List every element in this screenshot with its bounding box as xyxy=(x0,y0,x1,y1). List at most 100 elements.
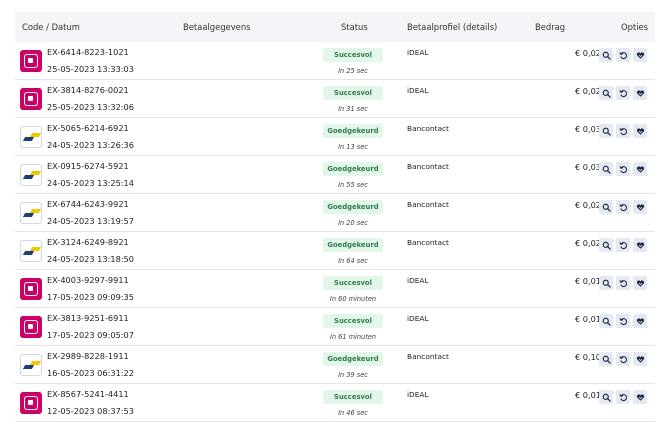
refund-icon xyxy=(618,203,627,211)
favorite-button[interactable] xyxy=(633,200,647,214)
heart-icon xyxy=(636,165,644,173)
payment-profile: Bancontact xyxy=(407,238,449,247)
amount: € 0,02 xyxy=(574,48,601,58)
transaction-code: EX-3814-8276-0021 xyxy=(47,85,129,95)
amount: € 0,02 xyxy=(574,86,601,96)
heart-icon xyxy=(636,279,644,287)
refund-button[interactable] xyxy=(616,200,630,214)
status-badge: Goedgekeurd xyxy=(323,238,383,252)
table-row[interactable]: EX-6744-6243-9921 24-05-2023 13:19:57 Go… xyxy=(15,194,655,232)
search-button[interactable] xyxy=(599,200,613,214)
table-row[interactable]: EX-8567-5241-4411 12-05-2023 08:37:53 Su… xyxy=(15,384,655,422)
heart-icon xyxy=(636,89,644,97)
refund-button[interactable] xyxy=(616,352,630,366)
search-button[interactable] xyxy=(599,86,613,100)
status-duration: In 13 sec xyxy=(338,143,368,151)
transaction-code: EX-0915-6274-5921 xyxy=(47,161,129,171)
ideal-logo xyxy=(20,278,42,300)
transaction-date: 25-05-2023 13:33:03 xyxy=(47,64,134,74)
refund-button[interactable] xyxy=(616,124,630,138)
status-duration: In 61 minuten xyxy=(329,333,377,341)
heart-icon xyxy=(636,203,644,211)
transaction-code: EX-6414-8223-1021 xyxy=(47,47,129,57)
search-button[interactable] xyxy=(599,390,613,404)
refund-icon xyxy=(618,355,627,363)
refund-button[interactable] xyxy=(616,162,630,176)
header-status: Status xyxy=(341,22,368,32)
transaction-date: 17-05-2023 09:09:35 xyxy=(47,292,134,302)
row-actions xyxy=(599,124,647,138)
transactions-table: Code / Datum Betaalgegevens Status Betaa… xyxy=(15,12,655,422)
favorite-button[interactable] xyxy=(633,86,647,100)
bancontact-logo xyxy=(20,240,42,262)
search-button[interactable] xyxy=(599,162,613,176)
table-row[interactable]: EX-3814-8276-0021 25-05-2023 13:32:06 Su… xyxy=(15,80,655,118)
refund-icon xyxy=(618,165,627,173)
refund-button[interactable] xyxy=(616,86,630,100)
search-button[interactable] xyxy=(599,48,613,62)
table-body: EX-6414-8223-1021 25-05-2023 13:33:03 Su… xyxy=(15,42,655,422)
search-button[interactable] xyxy=(599,352,613,366)
search-icon xyxy=(602,51,611,60)
search-button[interactable] xyxy=(599,314,613,328)
status-duration: In 31 sec xyxy=(338,105,368,113)
refund-button[interactable] xyxy=(616,390,630,404)
status-badge: Succesvol xyxy=(323,48,383,62)
refund-button[interactable] xyxy=(616,276,630,290)
table-row[interactable]: EX-6414-8223-1021 25-05-2023 13:33:03 Su… xyxy=(15,42,655,80)
transaction-date: 24-05-2023 13:19:57 xyxy=(47,216,134,226)
favorite-button[interactable] xyxy=(633,124,647,138)
refund-button[interactable] xyxy=(616,238,630,252)
refund-icon xyxy=(618,279,627,287)
search-button[interactable] xyxy=(599,238,613,252)
table-row[interactable]: EX-5065-6214-6921 24-05-2023 13:26:36 Go… xyxy=(15,118,655,156)
amount: € 0,01 xyxy=(574,390,601,400)
refund-button[interactable] xyxy=(616,48,630,62)
amount: € 0,03 xyxy=(574,162,601,172)
row-actions xyxy=(599,48,647,62)
search-icon xyxy=(602,165,611,174)
row-actions xyxy=(599,352,647,366)
search-button[interactable] xyxy=(599,124,613,138)
transaction-code: EX-2989-8228-1911 xyxy=(47,351,129,361)
row-actions xyxy=(599,314,647,328)
favorite-button[interactable] xyxy=(633,314,647,328)
status-badge: Succesvol xyxy=(323,314,383,328)
search-button[interactable] xyxy=(599,276,613,290)
refund-button[interactable] xyxy=(616,314,630,328)
status-duration: In 20 sec xyxy=(338,219,368,227)
table-row[interactable]: EX-4003-9297-9911 17-05-2023 09:09:35 Su… xyxy=(15,270,655,308)
table-row[interactable]: EX-2989-8228-1911 16-05-2023 06:31:22 Go… xyxy=(15,346,655,384)
status-badge: Succesvol xyxy=(323,86,383,100)
favorite-button[interactable] xyxy=(633,352,647,366)
favorite-button[interactable] xyxy=(633,390,647,404)
transaction-code: EX-5065-6214-6921 xyxy=(47,123,129,133)
transaction-code: EX-4003-9297-9911 xyxy=(47,275,129,285)
bancontact-logo xyxy=(20,164,42,186)
favorite-button[interactable] xyxy=(633,48,647,62)
heart-icon xyxy=(636,317,644,325)
transaction-date: 24-05-2023 13:26:36 xyxy=(47,140,134,150)
search-icon xyxy=(602,279,611,288)
search-icon xyxy=(602,355,611,364)
amount: € 0,02 xyxy=(574,238,601,248)
favorite-button[interactable] xyxy=(633,276,647,290)
bancontact-logo xyxy=(20,202,42,224)
table-row[interactable]: EX-0915-6274-5921 24-05-2023 13:25:14 Go… xyxy=(15,156,655,194)
table-row[interactable]: EX-3124-6249-8921 24-05-2023 13:18:50 Go… xyxy=(15,232,655,270)
header-betaalgegevens: Betaalgegevens xyxy=(183,22,251,32)
amount: € 0,02 xyxy=(574,200,601,210)
status-duration: In 39 sec xyxy=(338,371,368,379)
status-duration: In 60 minuten xyxy=(329,295,377,303)
heart-icon xyxy=(636,393,644,401)
table-row[interactable]: EX-3813-9251-6911 17-05-2023 09:05:07 Su… xyxy=(15,308,655,346)
amount: € 0,10 xyxy=(574,352,601,362)
status-badge: Succesvol xyxy=(323,276,383,290)
payment-profile: Bancontact xyxy=(407,352,449,361)
row-actions xyxy=(599,86,647,100)
favorite-button[interactable] xyxy=(633,238,647,252)
search-icon xyxy=(602,241,611,250)
heart-icon xyxy=(636,127,644,135)
favorite-button[interactable] xyxy=(633,162,647,176)
refund-icon xyxy=(618,89,627,97)
